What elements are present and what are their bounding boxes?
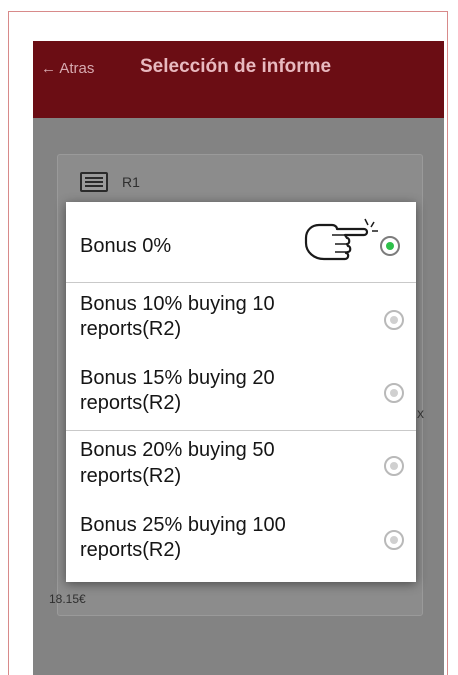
report-item-label: R1: [122, 174, 140, 190]
bonus-option-4[interactable]: Bonus 25% buying 100 reports(R2): [66, 504, 416, 582]
bonus-option-2[interactable]: Bonus 15% buying 20 reports(R2): [66, 357, 416, 430]
radio-dot: [390, 536, 398, 544]
bonus-15-radio[interactable]: [384, 383, 404, 403]
radio-dot: [390, 462, 398, 470]
bonus-0-radio[interactable]: [380, 236, 400, 256]
bonus-option-label-line1: Bonus 25% buying 100: [80, 514, 286, 536]
page-title: Selección de informe: [140, 56, 332, 77]
bonus-option-0[interactable]: Bonus 0%: [66, 202, 416, 282]
bonus-option-label-line1: Bonus 15% buying 20: [80, 367, 275, 389]
radio-dot: [390, 316, 398, 324]
bonus-option-label-line2: reports(R2): [80, 392, 182, 414]
bonus-option-label: Bonus 0%: [80, 235, 172, 257]
radio-dot: [390, 389, 398, 397]
bonus-option-label-line1: Bonus 20% buying 50: [80, 439, 275, 461]
bonus-10-radio[interactable]: [384, 310, 404, 330]
background-report-item: R1: [80, 172, 140, 192]
background-price: 18.15€: [49, 592, 86, 606]
bonus-selection-dialog: Bonus 0% Bonus 10% buying 10 reports(R2)…: [66, 202, 416, 582]
background-close-glyph: x: [417, 405, 424, 421]
list-icon: [80, 172, 108, 192]
bonus-option-label-line1: Bonus 10% buying 10: [80, 293, 275, 315]
app-bar: ← Atras Selección de informe: [33, 41, 444, 118]
radio-dot: [386, 242, 394, 250]
bonus-option-label-line2: reports(R2): [80, 318, 182, 340]
pointing-hand-icon: [304, 218, 378, 261]
bonus-25-radio[interactable]: [384, 530, 404, 550]
bonus-option-1[interactable]: Bonus 10% buying 10 reports(R2): [66, 283, 416, 357]
bonus-option-3[interactable]: Bonus 20% buying 50 reports(R2): [66, 431, 416, 504]
bonus-option-label-line2: reports(R2): [80, 465, 182, 487]
back-button[interactable]: ← Atras: [41, 60, 94, 77]
bonus-20-radio[interactable]: [384, 456, 404, 476]
bonus-option-label-line2: reports(R2): [80, 539, 182, 561]
